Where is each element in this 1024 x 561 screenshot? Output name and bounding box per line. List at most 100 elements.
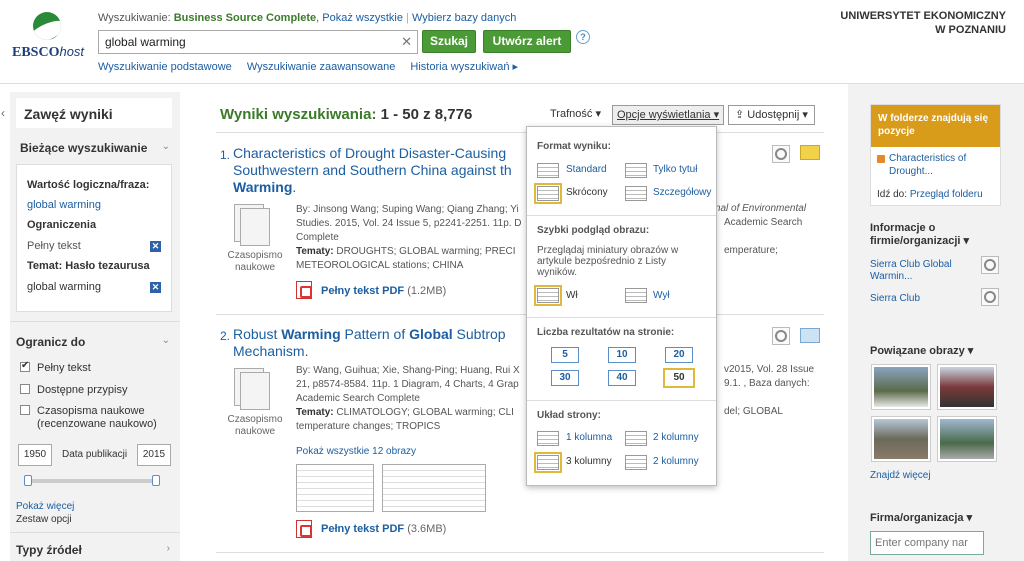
advanced-search-link[interactable]: Wyszukiwanie zaawansowane [247,61,395,73]
pdf-icon[interactable] [296,281,312,299]
per-page-10[interactable]: 10 [608,347,636,363]
show-more-link[interactable]: Pokaż więcej [16,501,74,512]
format-detailed[interactable]: Szczegółowy [653,187,711,198]
pdf-fulltext-link-1[interactable]: Pełny tekst PDF (1.2MB) [321,285,446,297]
chevron-down-icon[interactable]: ⌄ [162,141,170,152]
results-panel: Wyniki wyszukiwania: 1 - 50 z 8,776 Traf… [196,92,836,561]
show-all-link[interactable]: Pokaż wszystkie [322,12,403,24]
pdf-icon[interactable] [296,520,312,538]
company-info-title[interactable]: Informacje o firmie/organizacji ▾ [870,222,990,248]
brief-format-icon[interactable] [534,183,562,204]
source-types-title[interactable]: Typy źródeł [16,543,82,557]
layout-1-column[interactable]: 1 kolumna [566,432,612,443]
ebsco-logo-icon[interactable] [33,12,61,40]
layout-3-column-icon[interactable] [534,452,562,473]
search-input[interactable] [99,31,394,53]
format-brief[interactable]: Skrócony [566,187,608,198]
company-search-input[interactable] [870,531,984,555]
folder-view-link[interactable]: Przegląd folderu [910,189,983,200]
bool-value-link[interactable]: global warming [27,199,101,211]
result-title-2[interactable]: Robust Warming Pattern of Global Subtrop… [233,326,543,360]
layout-2-column-icon[interactable] [625,431,647,446]
folder-icon[interactable] [800,145,820,160]
create-alert-button[interactable]: Utwórz alert [483,30,571,53]
related-image[interactable] [872,417,930,461]
set-options-link[interactable]: Zestaw opcji [16,514,72,525]
folder-item-link[interactable]: Characteristics of Drought... [889,152,989,178]
current-search-title[interactable]: Bieżące wyszukiwanie [20,141,147,155]
detailed-format-icon[interactable] [625,186,647,201]
limit-to-title[interactable]: Ogranicz do [16,335,85,349]
related-image[interactable] [938,417,996,461]
standard-format-icon[interactable] [537,163,559,178]
checkbox-icon[interactable] [20,360,30,372]
year-to-input[interactable]: 2015 [137,444,171,466]
checkbox-icon[interactable] [20,384,30,394]
preview-on[interactable]: Wł [566,290,578,301]
slider-handle-right[interactable] [152,475,160,486]
find-more-link[interactable]: Znajdź więcej [870,470,931,482]
preview-icon[interactable] [772,327,790,345]
layout-2-column[interactable]: 2 kolumny [653,432,699,443]
chevron-right-icon[interactable]: › [167,543,170,554]
show-all-images-link[interactable]: Pokaż wszystkie 12 obrazy [296,446,416,457]
share-button[interactable]: ⇪ Udostępnij ▾ [728,105,815,125]
choose-databases-link[interactable]: Wybierz bazy danych [412,12,516,24]
remove-subject-icon[interactable]: ✕ [150,282,161,293]
per-page-5[interactable]: 5 [551,347,579,363]
format-standard[interactable]: Standard [566,164,607,175]
results-title: Wyniki wyszukiwania: 1 - 50 z 8,776 [220,106,473,123]
limit-references[interactable]: Dostępne przypisy [20,384,128,396]
remove-limiter-icon[interactable]: ✕ [150,241,161,252]
result-title-1[interactable]: Characteristics of Drought Disaster-Caus… [233,145,543,196]
per-page-20[interactable]: 20 [665,347,693,363]
limit-fulltext[interactable]: Pełny tekst [20,360,91,374]
journal-icon[interactable] [230,368,272,420]
journal-icon[interactable] [230,204,272,256]
relevance-sort[interactable]: Trafność ▾ [550,105,601,125]
page-options-button[interactable]: Opcje wyświetlania ▾ [612,105,725,125]
slider-handle-left[interactable] [24,475,32,486]
image-thumbnail[interactable] [296,464,374,512]
preview-icon[interactable] [772,145,790,163]
publication-type: Czasopismo naukowe [227,250,283,273]
per-page-50[interactable]: 50 [663,368,695,388]
date-label: Data publikacji [62,449,128,460]
pdf-fulltext-link-2[interactable]: Pełny tekst PDF (3.6MB) [321,523,446,535]
preview-icon[interactable] [981,288,999,306]
add-to-folder-icon[interactable] [800,328,820,343]
limit-peer-reviewed[interactable]: Czasopisma naukowe [20,405,145,417]
per-page-40[interactable]: 40 [608,370,636,386]
search-history-link[interactable]: Historia wyszukiwań ▸ [410,61,518,73]
search-links: Wyszukiwanie podstawowe Wyszukiwanie zaa… [98,60,530,73]
help-icon[interactable]: ? [576,30,590,44]
clear-icon[interactable]: ✕ [401,34,412,50]
ebsco-logo[interactable]: EBSCOhost [12,44,84,61]
chevron-down-icon[interactable]: ⌄ [162,335,170,346]
preview-off-icon[interactable] [625,288,647,303]
collapse-left-icon[interactable]: ‹ [1,106,5,120]
layout-2-column-alt[interactable]: 2 kolumny [653,456,699,467]
image-thumbnail[interactable] [382,464,486,512]
layout-1-column-icon[interactable] [537,431,559,446]
layout-2-column-alt-icon[interactable] [625,455,647,470]
company-link-2[interactable]: Sierra Club [870,293,920,305]
related-image[interactable] [938,365,996,409]
related-image[interactable] [872,365,930,409]
year-from-input[interactable]: 1950 [18,444,52,466]
format-title-only[interactable]: Tylko tytuł [653,164,697,175]
title-only-format-icon[interactable] [625,163,647,178]
firm-title[interactable]: Firma/organizacja ▾ [870,512,972,525]
checkbox-icon[interactable] [20,405,30,415]
basic-search-link[interactable]: Wyszukiwanie podstawowe [98,61,232,73]
preview-off[interactable]: Wył [653,290,670,301]
preview-icon[interactable] [981,256,999,274]
related-images-title[interactable]: Powiązane obrazy ▾ [870,345,973,358]
search-button[interactable]: Szukaj [422,30,476,53]
layout-3-column[interactable]: 3 kolumny [566,456,612,467]
company-link-1[interactable]: Sierra Club Global Warmin... [870,259,960,283]
institution-name: UNIWERSYTET EKONOMICZNY W POZNANIU [840,10,1006,36]
date-slider[interactable] [24,475,160,486]
preview-on-icon[interactable] [534,285,562,306]
per-page-30[interactable]: 30 [551,370,579,386]
